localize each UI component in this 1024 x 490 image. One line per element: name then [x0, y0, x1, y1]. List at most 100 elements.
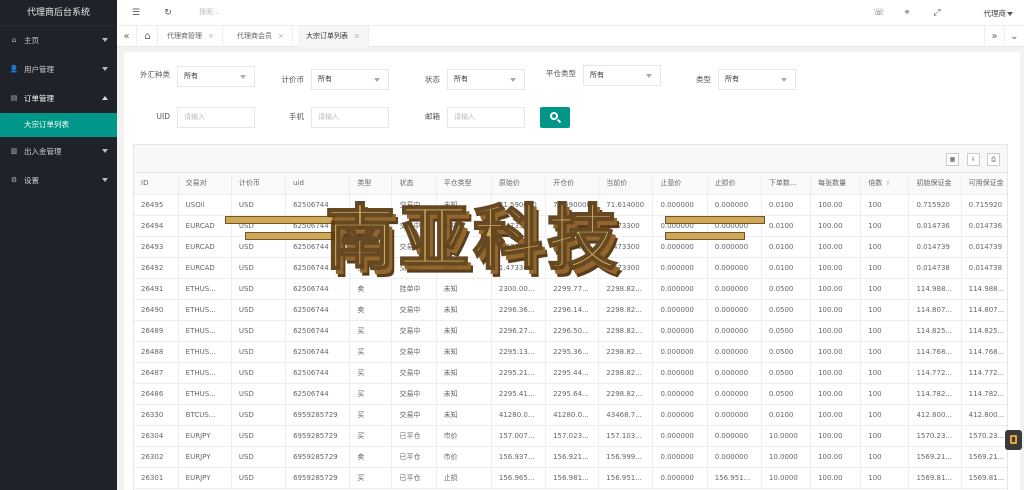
tab-agent-members[interactable]: 代理商会员 ×: [229, 26, 293, 47]
chevron-down-icon[interactable]: ⌄: [1004, 26, 1024, 47]
user-menu[interactable]: 代理商: [984, 8, 1007, 19]
type-select[interactable]: 所有: [718, 69, 796, 90]
table-row[interactable]: 26487 ETHUS... USD 62506744 买交易中 未知 2295.21...…: [134, 362, 1007, 384]
sidebar-item-label: 出入金管理: [24, 147, 62, 156]
table-cell: 1.473300: [491, 257, 547, 279]
table-cell: USD: [231, 362, 287, 384]
column-header[interactable]: 下单数...: [761, 173, 812, 195]
column-header[interactable]: 止损价: [707, 173, 762, 195]
column-header[interactable]: 倍数 ⇕: [860, 173, 910, 195]
table-row[interactable]: 26488 ETHUS... USD 62506744 买交易中 未知 2295.13...…: [134, 341, 1007, 363]
column-header[interactable]: 当前价: [598, 173, 654, 195]
phone-input[interactable]: 请输入: [311, 107, 389, 128]
table-row[interactable]: 26301 EURJPY USD 6959285729 买已平仓 止损 156.965...…: [134, 467, 1007, 489]
sidebar-item-label: 用户管理: [24, 65, 54, 74]
sidebar-subitem-bulk-orders[interactable]: 大宗订单列表: [0, 113, 117, 137]
table-row[interactable]: 26495 USOil USD 62506744 买交易中 未知 71.590000 71.5…: [134, 194, 1007, 216]
menu-toggle-icon[interactable]: ☰: [129, 6, 143, 20]
table-cell: 买: [349, 341, 393, 363]
table-cell: 100.00: [810, 341, 862, 363]
close-icon[interactable]: ×: [354, 32, 360, 40]
tab-bulk-orders[interactable]: 大宗订单列表 ×: [298, 26, 369, 47]
table-cell: 买: [349, 257, 393, 279]
column-header-label: 平仓类型: [443, 179, 472, 188]
tab-scroll-right-icon[interactable]: »: [984, 26, 1004, 47]
column-header[interactable]: 交易对: [178, 173, 232, 195]
search-button[interactable]: [540, 107, 570, 128]
table-cell: 26488: [134, 341, 179, 363]
table-cell: 0.000000: [707, 362, 762, 384]
export-icon[interactable]: ⇩: [967, 153, 980, 166]
status-select[interactable]: 所有: [447, 69, 525, 90]
email-input[interactable]: 请输入: [447, 107, 525, 128]
tab-scroll-left-icon[interactable]: «: [117, 26, 137, 47]
column-header-label: 倍数: [868, 179, 883, 188]
message-icon[interactable]: ☏: [872, 6, 886, 20]
home-tab-icon[interactable]: ⌂: [138, 26, 158, 47]
table-cell: 43468.7...: [598, 404, 654, 426]
sidebar-item-settings[interactable]: ⚙ 设置: [0, 166, 117, 195]
column-header[interactable]: 计价币: [231, 173, 287, 195]
forex-type-select[interactable]: 所有: [177, 66, 255, 87]
table-cell: 未知: [436, 383, 492, 405]
table-cell: 未知: [436, 320, 492, 342]
column-header[interactable]: 止盈价: [652, 173, 708, 195]
sidebar-item-users[interactable]: 👤 用户管理: [0, 55, 117, 84]
search-input[interactable]: 搜索...: [199, 7, 220, 17]
column-header[interactable]: 可用保证金: [961, 173, 1007, 195]
uid-input[interactable]: 请输入: [177, 107, 255, 128]
close-icon[interactable]: ×: [278, 32, 284, 40]
column-header[interactable]: 类型: [349, 173, 393, 195]
tab-agent-management[interactable]: 代理商管理 ×: [159, 26, 223, 47]
refresh-icon[interactable]: ↻: [161, 6, 175, 20]
tab-label: 代理商会员: [237, 32, 272, 40]
table-row[interactable]: 26494 EURCAD USD 62506744 买交易中 未知 1.473300 1.47…: [134, 215, 1007, 237]
column-header[interactable]: uid: [285, 173, 351, 195]
table-cell: EURCAD: [178, 236, 232, 258]
table-row[interactable]: 26489 ETHUS... USD 62506744 买交易中 未知 2296.27...…: [134, 320, 1007, 342]
close-icon[interactable]: ×: [208, 32, 214, 40]
table-cell: 0.000000: [652, 278, 708, 300]
fullscreen-icon[interactable]: ⤢: [930, 6, 944, 20]
table-cell: 114.825...: [908, 320, 962, 342]
table-row[interactable]: 26330 BTCUS... USD 6959285729 买交易中 未知 41280.0.…: [134, 404, 1007, 426]
table-row[interactable]: 26304 EURJPY USD 6959285729 买已平仓 市价 157.007...…: [134, 425, 1007, 447]
floating-action-button[interactable]: [1005, 430, 1022, 450]
print-icon[interactable]: ⎙: [987, 153, 1000, 166]
table-cell: USD: [231, 383, 287, 405]
sidebar-item-funds[interactable]: ▥ 出入金管理: [0, 137, 117, 166]
table-cell: 买: [349, 467, 393, 489]
table-cell: 41280.0...: [491, 404, 547, 426]
close-type-select[interactable]: 所有: [583, 65, 661, 86]
chevron-down-icon: [102, 178, 108, 182]
column-header[interactable]: 平仓类型: [436, 173, 492, 195]
table-row[interactable]: 26486 ETHUS... USD 62506744 买交易中 未知 2295.41...…: [134, 383, 1007, 405]
table-cell: 市价: [436, 425, 492, 447]
table-cell: 已平仓: [391, 425, 437, 447]
column-header-label: 下单数...: [768, 179, 797, 188]
sort-icon[interactable]: ⇕: [885, 180, 890, 187]
tag-icon[interactable]: ⌖: [900, 6, 914, 20]
column-header[interactable]: 每张数量: [810, 173, 862, 195]
table-row[interactable]: 26492 EURCAD USD 62506744 买交易中 未知 1.473300 1.47…: [134, 257, 1007, 279]
sidebar-item-home[interactable]: ⌂ 主页: [0, 26, 117, 55]
column-header[interactable]: 状态: [391, 173, 437, 195]
table-cell: 62506744: [285, 320, 351, 342]
table-row[interactable]: 26491 ETHUS... USD 62506744 卖挂单中 未知 2300.00...…: [134, 278, 1007, 300]
column-header[interactable]: 初始保证金: [908, 173, 962, 195]
select-value: 所有: [454, 75, 468, 83]
table-cell: 114.782...: [908, 383, 962, 405]
sidebar-item-orders[interactable]: ▤ 订单管理: [0, 84, 117, 113]
column-header[interactable]: ID: [134, 173, 179, 195]
table-row[interactable]: 26490 ETHUS... USD 62506744 卖交易中 未知 2296.36...…: [134, 299, 1007, 321]
column-header[interactable]: 原始价: [491, 173, 547, 195]
currency-label: 计价币: [281, 75, 305, 84]
column-header[interactable]: 开仓价: [545, 173, 600, 195]
table-row[interactable]: 26302 EURJPY USD 6959285729 卖已平仓 市价 156.937...…: [134, 446, 1007, 468]
table-cell: 0.0500: [761, 383, 812, 405]
columns-filter-icon[interactable]: ▦: [946, 153, 959, 166]
top-header: ☰ ↻ 搜索... ☏ ⌖ ⤢ 代理商: [117, 0, 1024, 26]
table-cell: 0.000000: [652, 362, 708, 384]
table-row[interactable]: 26493 EURCAD USD 62506744 买交易中 未知 1.473740 1.47…: [134, 236, 1007, 258]
currency-select[interactable]: 所有: [311, 69, 389, 90]
